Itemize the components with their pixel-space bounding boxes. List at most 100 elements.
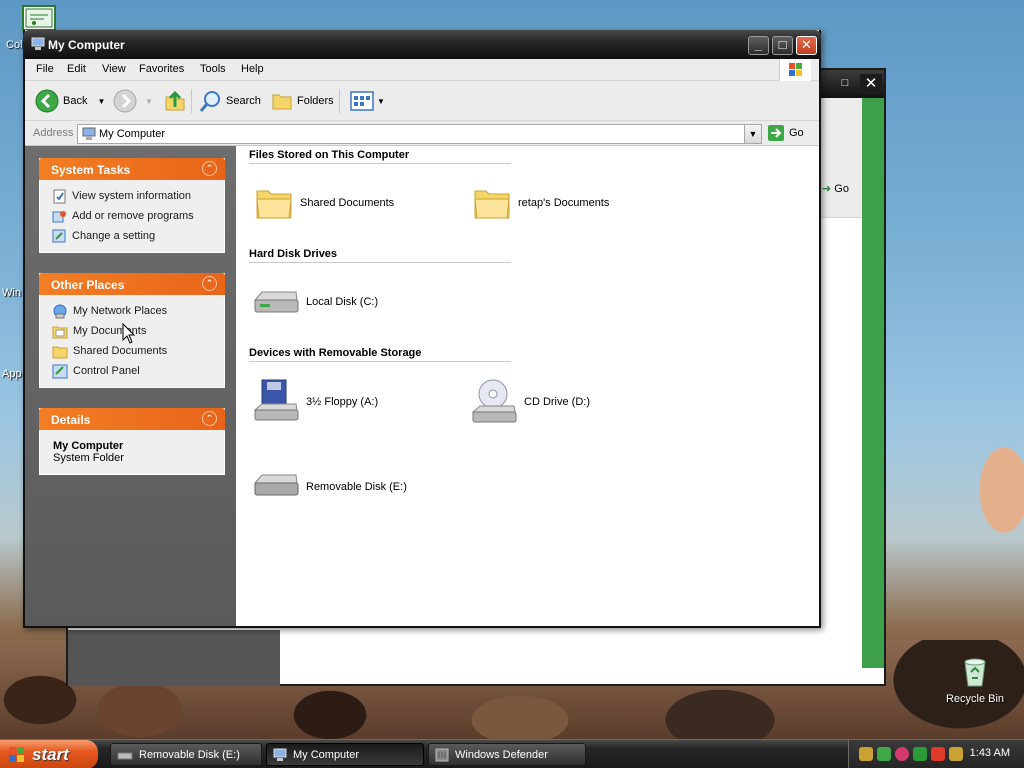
address-label: Address: [33, 127, 74, 139]
taskbar-item-my-computer[interactable]: My Computer: [266, 743, 424, 766]
details-header[interactable]: Details ⌃: [39, 408, 225, 430]
tray-network-icon[interactable]: [877, 747, 891, 761]
removable-disk-icon: [253, 474, 299, 496]
go-button[interactable]: Go: [767, 124, 804, 142]
change-setting-icon: [52, 229, 66, 242]
add-remove-programs-icon: [52, 210, 66, 222]
menu-help[interactable]: Help: [241, 63, 264, 75]
mouse-cursor-icon: [122, 322, 136, 348]
windows-logo-icon: [779, 59, 811, 81]
cd-drive-icon: [471, 379, 517, 423]
content-pane: Files Stored on This Computer Shared Doc…: [236, 146, 819, 626]
views-button[interactable]: ▼: [350, 89, 385, 113]
item-user-documents[interactable]: retap's Documents: [472, 183, 609, 223]
network-places-icon: [53, 304, 67, 318]
menu-file[interactable]: File: [36, 63, 54, 75]
system-tasks-header[interactable]: System Tasks ⌃: [39, 158, 225, 180]
place-my-documents[interactable]: My Documents: [52, 321, 224, 341]
task-pane: System Tasks ⌃ View system information A…: [25, 146, 236, 626]
place-my-network-places[interactable]: My Network Places: [52, 301, 224, 321]
clock[interactable]: 1:43 AM: [970, 747, 1010, 759]
taskbar-item-windows-defender[interactable]: Windows Defender: [428, 743, 586, 766]
tray-tools-icon[interactable]: [859, 747, 873, 761]
minimize-button[interactable]: _: [748, 36, 769, 55]
toolbar-separator: [339, 89, 340, 113]
taskbar-item-removable-disk[interactable]: Removable Disk (E:): [110, 743, 262, 766]
tray-update-icon[interactable]: [913, 747, 927, 761]
removable-disk-icon: [117, 752, 133, 759]
search-button[interactable]: Search: [198, 89, 261, 113]
recycle-bin[interactable]: Recycle Bin: [938, 656, 1012, 705]
defender-icon: [435, 748, 449, 761]
windows-flag-icon: [9, 746, 24, 762]
background-go-button[interactable]: ➜ Go: [822, 182, 882, 195]
menu-bar: File Edit View Favorites Tools Help: [25, 59, 819, 81]
start-button[interactable]: start: [0, 740, 98, 768]
item-shared-documents[interactable]: Shared Documents: [254, 183, 394, 223]
up-folder-icon: [165, 90, 185, 111]
collapse-chevron-icon[interactable]: ⌃: [202, 411, 217, 426]
task-view-system-info[interactable]: View system information: [52, 186, 224, 206]
item-local-disk[interactable]: Local Disk (C:): [252, 282, 378, 322]
back-button[interactable]: Back ▼: [35, 89, 105, 113]
control-panel-icon: [52, 364, 68, 378]
folder-icon: [474, 190, 510, 219]
menu-tools[interactable]: Tools: [200, 63, 226, 75]
forward-button[interactable]: ▼: [113, 89, 153, 113]
forward-arrow-icon: [113, 89, 137, 113]
background-maximize-button[interactable]: □: [834, 74, 856, 94]
back-arrow-icon: [35, 89, 59, 113]
address-dropdown-icon[interactable]: ▼: [744, 125, 761, 143]
folders-button[interactable]: Folders: [271, 89, 334, 113]
background-close-button[interactable]: ✕: [860, 74, 882, 94]
tray-shield-icon[interactable]: [895, 747, 909, 761]
window-title: My Computer: [48, 38, 125, 52]
item-cd-drive[interactable]: CD Drive (D:): [470, 378, 590, 426]
task-change-setting[interactable]: Change a setting: [52, 226, 224, 246]
folders-icon: [272, 94, 292, 110]
computer-icon: [31, 37, 45, 54]
shared-folder-icon: [52, 346, 68, 358]
window-titlebar[interactable]: My Computer _ □ ✕: [23, 30, 821, 59]
desktop-label-cut-1: Col: [6, 39, 23, 51]
item-removable-disk[interactable]: Removable Disk (E:): [252, 469, 407, 505]
views-icon: [350, 91, 374, 111]
collapse-chevron-icon[interactable]: ⌃: [202, 276, 217, 291]
place-shared-documents[interactable]: Shared Documents: [52, 341, 224, 361]
desktop-wallpaper-hand: [944, 420, 1024, 560]
hard-disk-icon: [253, 291, 299, 313]
maximize-button[interactable]: □: [772, 36, 793, 55]
address-bar: Address My Computer ▼ Go: [25, 122, 819, 146]
group-header-hdd: Hard Disk Drives: [249, 248, 511, 263]
system-info-icon: [53, 189, 66, 203]
menu-view[interactable]: View: [102, 63, 126, 75]
tray-alert-icon[interactable]: [931, 747, 945, 761]
back-dropdown-icon[interactable]: ▼: [97, 97, 105, 106]
menu-favorites[interactable]: Favorites: [139, 63, 184, 75]
address-field[interactable]: My Computer ▼: [77, 124, 762, 144]
other-places-header[interactable]: Other Places ⌃: [39, 273, 225, 295]
up-folder-button[interactable]: [163, 89, 187, 113]
close-button[interactable]: ✕: [796, 36, 817, 55]
task-add-remove-programs[interactable]: Add or remove programs: [52, 206, 224, 226]
desktop-certificate-icon[interactable]: [22, 5, 56, 31]
group-header-removable: Devices with Removable Storage: [249, 347, 511, 362]
my-computer-window[interactable]: My Computer _ □ ✕ File Edit View Favorit…: [23, 30, 821, 628]
item-floppy[interactable]: 3½ Floppy (A:): [252, 378, 378, 426]
background-window-left-pane: [68, 630, 280, 686]
desktop-label-cut-2: Win: [2, 287, 21, 299]
my-documents-icon: [52, 326, 68, 338]
details-panel: Details ⌃ My Computer System Folder: [39, 408, 225, 475]
address-value: My Computer: [99, 128, 166, 140]
system-tray: 1:43 AM: [848, 740, 1024, 768]
views-dropdown-icon[interactable]: ▼: [377, 97, 385, 106]
place-control-panel[interactable]: Control Panel: [52, 361, 224, 381]
desktop-label-cut-3: App: [2, 368, 22, 380]
taskbar: start Removable Disk (E:) My Computer Wi…: [0, 739, 1024, 768]
details-type: System Folder: [53, 452, 124, 464]
forward-dropdown-icon: ▼: [145, 96, 153, 106]
details-name: My Computer: [53, 440, 124, 452]
collapse-chevron-icon[interactable]: ⌃: [202, 161, 217, 176]
menu-edit[interactable]: Edit: [67, 63, 86, 75]
tray-volume-icon[interactable]: [949, 747, 963, 761]
